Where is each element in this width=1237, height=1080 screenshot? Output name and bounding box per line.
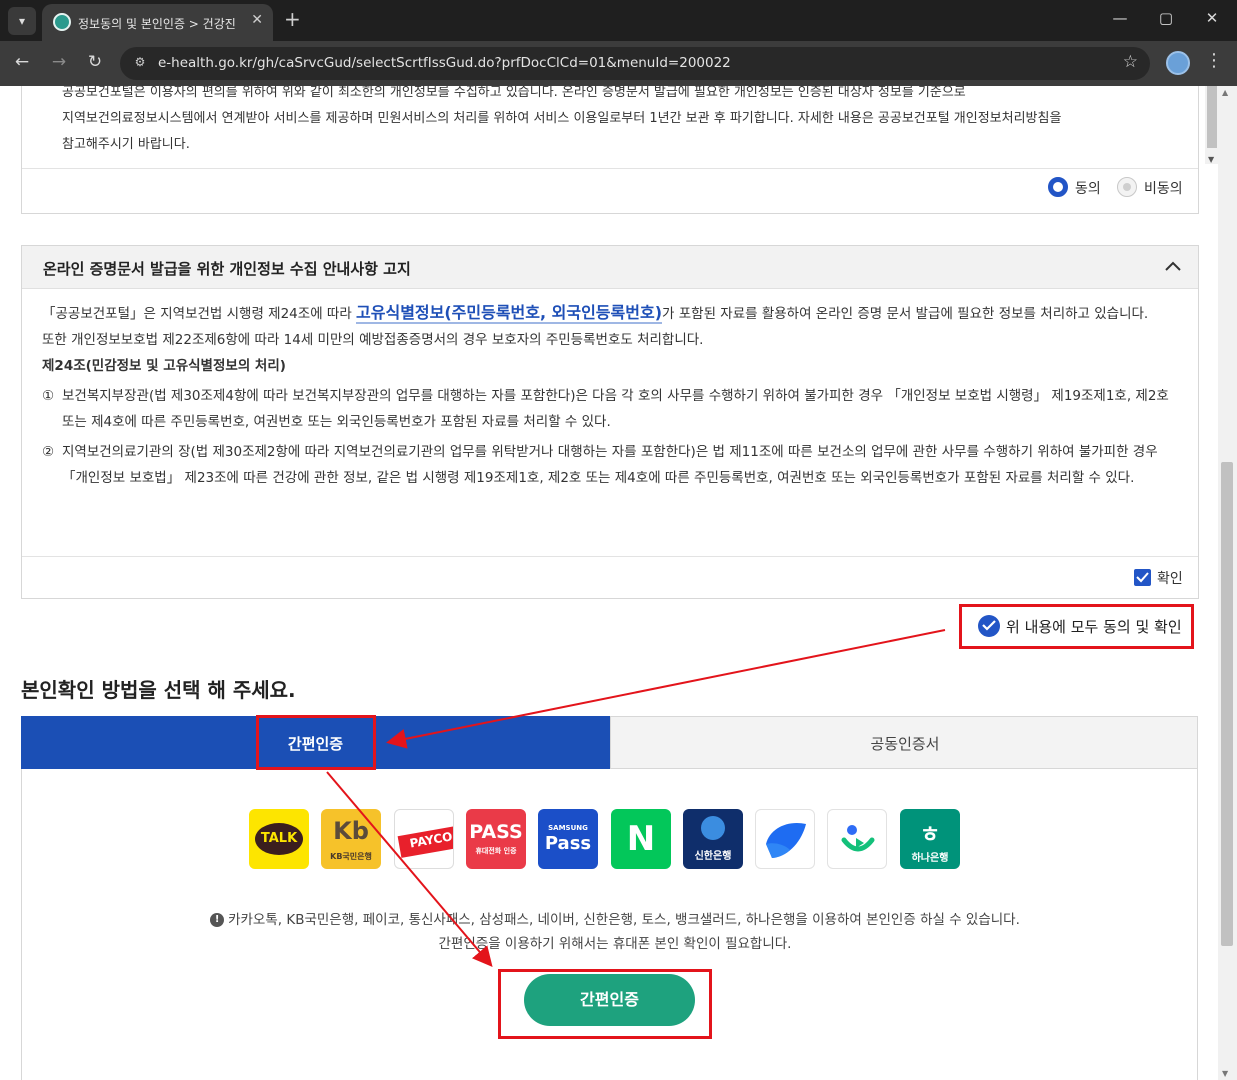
agree-radio-label[interactable]: 동의 (1075, 178, 1101, 198)
section-title: 본인확인 방법을 선택 해 주세요. (21, 678, 296, 702)
info-icon: ! (210, 913, 225, 927)
scroll-up-arrow-icon[interactable]: ▲ (1222, 88, 1228, 97)
article-item: ② 지역보건의료기관의 장(법 제30조제2항에 따라 지역보건의료기관의 업무… (42, 439, 1182, 491)
notice-line: 또한 개인정보보호법 제22조제6항에 따라 14세 미만의 예방접종증명서의 … (42, 332, 704, 348)
back-button[interactable]: ← (10, 52, 34, 72)
auth-notice: ! 카카오톡, KB국민은행, 페이코, 통신사패스, 삼성패스, 네이버, 신한… (205, 908, 1025, 956)
naver-label: N (626, 819, 656, 859)
samsung-sub-label: SAMSUNG (548, 824, 588, 832)
bookmark-star-icon[interactable]: ☆ (1123, 52, 1138, 72)
unique-id-highlight: 고유식별정보(주민등록번호, 외국인등록번호) (356, 303, 663, 324)
article-item-line: 「개인정보 보호법」 제23조에 따른 건강에 관한 정보, 같은 법 시행령 … (62, 470, 1135, 486)
article-item: ① 보건복지부장관(법 제30조제4항에 따라 보건복지부장관의 업무를 대행하… (42, 383, 1182, 435)
article-item-number: ① (42, 388, 55, 404)
notice-box: 온라인 증명문서 발급을 위한 개인정보 수집 안내사항 고지 「공공보건포털」… (21, 245, 1199, 599)
url-text[interactable]: e-health.go.kr/gh/caSrvcGud/selectScrtfI… (158, 55, 731, 71)
browser-toolbar: ← → ↻ ⚙ e-health.go.kr/gh/caSrvcGud/sele… (0, 41, 1237, 86)
window-close-button[interactable]: ✕ (1200, 9, 1224, 27)
kb-label: KB국민은행 (330, 852, 372, 861)
tab-search-button[interactable]: ▾ (8, 7, 36, 35)
payco-provider[interactable]: PAYCO (394, 809, 454, 869)
hana-logo-icon: ㅎ (919, 823, 941, 848)
auth-notice-text: 카카오톡, KB국민은행, 페이코, 통신사패스, 삼성패스, 네이버, 신한은… (228, 912, 1020, 928)
browser-tabbar: ▾ 정보동의 및 본인인증 > 건강진 ✕ + — ▢ ✕ (0, 0, 1237, 41)
site-info-icon[interactable]: ⚙ (132, 55, 148, 71)
notice-line: 「공공보건포털」은 지역보건법 시행령 제24조에 따라 고유식별정보(주민등록… (42, 300, 1182, 327)
profile-avatar[interactable] (1166, 51, 1190, 75)
scroll-down-arrow-icon[interactable]: ▼ (1222, 1069, 1228, 1078)
inner-scrollbar[interactable]: ▼ (1205, 86, 1218, 164)
article-item-number: ② (42, 444, 55, 460)
hana-label: 하나은행 (911, 853, 949, 864)
notice-line-suffix: 가 포함된 자료를 활용하여 온라인 증명 문서 발급에 필요한 정보를 처리하… (662, 306, 1149, 322)
annotation-box-simple-auth-tab (256, 715, 376, 770)
shinhan-label: 신한은행 (694, 851, 732, 862)
auth-notice-line: 간편인증을 이용하기 위해서는 휴대폰 본인 확인이 필요합니다. (438, 936, 792, 952)
pass-label: PASS (469, 821, 523, 843)
privacy-line: 참고해주시기 바랍니다. (62, 137, 190, 152)
article-title: 제24조(민감정보 및 고유식별정보의 처리) (42, 358, 286, 374)
browser-menu-icon[interactable]: ⋮ (1205, 50, 1223, 71)
banksalad-logo-icon (841, 825, 875, 852)
page-scrollbar[interactable]: ▲ ▼ (1218, 86, 1237, 1080)
page-scroll-thumb[interactable] (1221, 462, 1233, 946)
notice-line-prefix: 「공공보건포털」은 지역보건법 시행령 제24조에 따라 (42, 306, 357, 322)
kakao-provider[interactable]: TALK (249, 809, 309, 869)
annotation-box-submit-button (498, 969, 712, 1039)
tab-joint-certificate[interactable]: 공동인증서 (610, 716, 1198, 769)
samsung-pass-provider[interactable]: SAMSUNG Pass (538, 809, 598, 869)
samsung-pass-label: Pass (544, 833, 592, 854)
new-tab-button[interactable]: + (284, 7, 301, 31)
check-icon (1136, 572, 1149, 583)
tab-title: 정보동의 및 본인인증 > 건강진 (78, 17, 236, 31)
inner-scroll-thumb[interactable] (1207, 86, 1217, 148)
toss-provider[interactable] (755, 809, 815, 869)
banksalad-provider[interactable] (827, 809, 887, 869)
address-bar[interactable]: ⚙ e-health.go.kr/gh/caSrvcGud/selectScrt… (120, 47, 1150, 80)
article-item-line: 지역보건의료기관의 장(법 제30조제2항에 따라 지역보건의료기관의 업무를 … (62, 444, 1158, 460)
consent-radio-row: 동의 비동의 (22, 168, 1198, 214)
tab-joint-certificate-label: 공동인증서 (870, 735, 940, 753)
annotation-box-agree-all (959, 604, 1194, 649)
article-item-line: 보건복지부장관(법 제30조제4항에 따라 보건복지부장관의 업무를 대행하는 … (62, 388, 1169, 404)
chevron-up-icon[interactable] (1162, 256, 1184, 278)
minimize-button[interactable]: — (1108, 9, 1132, 27)
confirm-checkbox[interactable] (1134, 569, 1151, 586)
scroll-down-arrow-icon[interactable]: ▼ (1208, 155, 1214, 164)
auth-method-tabs: 간편인증 공동인증서 (21, 716, 1198, 769)
disagree-radio[interactable] (1117, 177, 1137, 197)
privacy-text: 공공보건포털은 이용자의 편의를 위하여 위와 같이 최소한의 개인정보를 수집… (62, 86, 1182, 158)
kakao-label: TALK (260, 831, 298, 846)
article-item-line: 또는 제4호에 따른 주민등록번호, 여권번호 또는 외국인등록번호가 포함된 … (62, 414, 611, 430)
confirm-row: 확인 (22, 556, 1198, 599)
reload-button[interactable]: ↻ (83, 52, 107, 72)
auth-notice-line: ! 카카오톡, KB국민은행, 페이코, 통신사패스, 삼성패스, 네이버, 신한… (205, 908, 1025, 932)
maximize-button[interactable]: ▢ (1154, 9, 1178, 27)
naver-provider[interactable]: N (611, 809, 671, 869)
notice-box-title: 온라인 증명문서 발급을 위한 개인정보 수집 안내사항 고지 (43, 260, 411, 278)
shinhan-logo-icon (701, 816, 725, 840)
page-viewport: 공공보건포털은 이용자의 편의를 위하여 위와 같이 최소한의 개인정보를 수집… (0, 86, 1218, 1080)
browser-tab[interactable]: 정보동의 및 본인인증 > 건강진 ✕ (42, 4, 273, 41)
hana-provider[interactable]: ㅎ 하나은행 (900, 809, 960, 869)
kb-logo-icon: Kb (333, 817, 369, 845)
agree-radio[interactable] (1048, 177, 1068, 197)
disagree-radio-label[interactable]: 비동의 (1144, 178, 1183, 198)
privacy-line: 공공보건포털은 이용자의 편의를 위하여 위와 같이 최소한의 개인정보를 수집… (62, 86, 966, 100)
forward-button[interactable]: → (47, 52, 71, 72)
confirm-checkbox-label[interactable]: 확인 (1157, 568, 1183, 588)
shinhan-provider[interactable]: 신한은행 (683, 809, 743, 869)
notice-body: 「공공보건포털」은 지역보건법 시행령 제24조에 따라 고유식별정보(주민등록… (42, 300, 1182, 491)
privacy-line: 지역보건의료정보시스템에서 연계받아 서비스를 제공하며 민원서비스의 처리를 … (62, 111, 1062, 126)
privacy-consent-box: 공공보건포털은 이용자의 편의를 위하여 위와 같이 최소한의 개인정보를 수집… (21, 86, 1218, 214)
pass-provider[interactable]: PASS 휴대전화 인증 (466, 809, 526, 869)
tab-close-icon[interactable]: ✕ (251, 12, 263, 28)
kb-provider[interactable]: Kb KB국민은행 (321, 809, 381, 869)
notice-box-header[interactable]: 온라인 증명문서 발급을 위한 개인정보 수집 안내사항 고지 (22, 246, 1198, 289)
toss-logo-icon (766, 822, 806, 858)
site-favicon-icon (53, 13, 71, 31)
pass-sub-label: 휴대전화 인증 (475, 847, 517, 855)
